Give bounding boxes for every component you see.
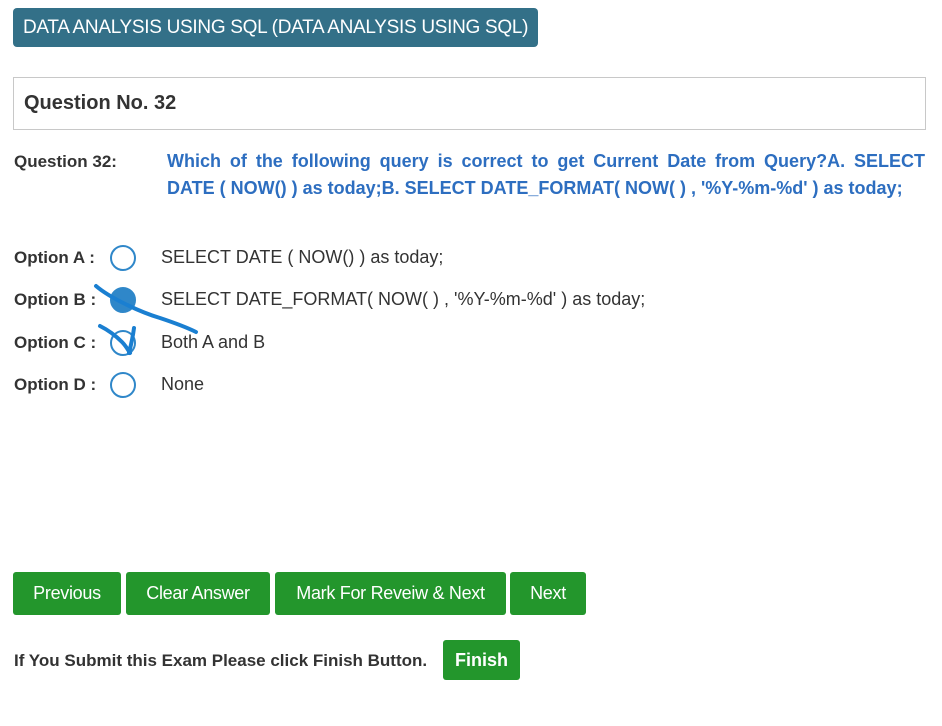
option-b-row: Option B : SELECT DATE_FORMAT( NOW( ) , … bbox=[0, 285, 942, 315]
option-c-row: Option C : Both A and B bbox=[0, 328, 942, 358]
clear-answer-button[interactable]: Clear Answer bbox=[126, 572, 270, 615]
option-a-row: Option A : SELECT DATE ( NOW() ) as toda… bbox=[0, 243, 942, 273]
question-number-panel: Question No. 32 bbox=[13, 77, 926, 130]
option-d-text: None bbox=[161, 374, 205, 394]
option-b-text: SELECT DATE_FORMAT( NOW( ) , '%Y-%m-%d' … bbox=[161, 289, 646, 309]
option-a-text: SELECT DATE ( NOW() ) as today; bbox=[161, 247, 444, 267]
submit-instruction: If You Submit this Exam Please click Fin… bbox=[14, 651, 428, 670]
option-b-label: Option B : bbox=[14, 290, 97, 309]
question-label: Question 32: bbox=[14, 152, 117, 171]
option-c-radio[interactable] bbox=[110, 330, 136, 356]
option-d-label: Option D : bbox=[14, 375, 97, 394]
subject-badge: DATA ANALYSIS USING SQL (DATA ANALYSIS U… bbox=[13, 8, 539, 47]
mark-for-review-next-button[interactable]: Mark For Reveiw & Next bbox=[275, 572, 506, 615]
option-a-radio[interactable] bbox=[110, 245, 136, 271]
question-number-title: Question No. 32 bbox=[24, 92, 177, 114]
option-a-label: Option A : bbox=[14, 248, 95, 267]
question-text: Which of the following query is correct … bbox=[167, 151, 925, 198]
previous-button[interactable]: Previous bbox=[13, 572, 121, 615]
next-button[interactable]: Next bbox=[510, 572, 586, 615]
option-d-radio[interactable] bbox=[110, 372, 136, 398]
option-c-label: Option C : bbox=[14, 333, 97, 352]
option-c-text: Both A and B bbox=[161, 332, 266, 352]
finish-button[interactable]: Finish bbox=[443, 640, 520, 680]
option-b-radio[interactable] bbox=[110, 287, 136, 313]
option-d-row: Option D : None bbox=[0, 370, 942, 400]
